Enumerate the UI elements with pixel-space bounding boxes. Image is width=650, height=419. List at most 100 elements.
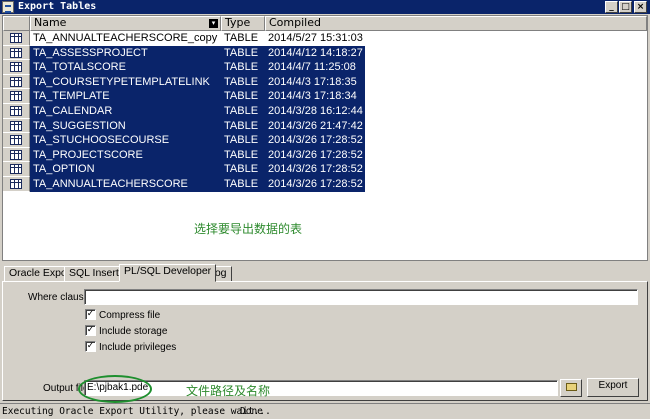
tables-grid[interactable]: Name ▾ Type Compiled TA_ANNUALTEACHERSCO… xyxy=(2,15,648,261)
cell-compiled: 2014/4/7 11:25:08 xyxy=(268,61,356,74)
cell-type: TABLE xyxy=(224,163,259,176)
table-row[interactable]: TA_ANNUALTEACHERSCORE TABLE 2014/3/26 17:2… xyxy=(3,177,365,192)
cell-name: TA_SUGGESTION xyxy=(33,119,126,132)
app-icon xyxy=(2,1,14,13)
grid-header: Name ▾ Type Compiled xyxy=(3,16,647,31)
compress-file-checkbox[interactable]: ✓ xyxy=(85,309,96,320)
table-icon xyxy=(10,47,22,58)
annotation-select-tables: 选择要导出数据的表 xyxy=(194,222,303,236)
row-indicator[interactable] xyxy=(3,162,30,177)
cell-type: TABLE xyxy=(224,134,259,147)
cell-type: TABLE xyxy=(224,75,259,88)
status-done: Done xyxy=(240,406,263,417)
cell-name: TA_ANNUALTEACHERSCORE_copy xyxy=(33,32,218,44)
cell-name: TA_TEMPLATE xyxy=(33,90,110,103)
include-privileges-checkbox[interactable]: ✓ xyxy=(85,341,96,352)
table-icon xyxy=(10,33,22,43)
cell-type: TABLE xyxy=(224,61,259,74)
table-icon xyxy=(10,106,22,116)
filter-icon[interactable]: ▾ xyxy=(209,19,218,28)
table-icon xyxy=(10,149,22,160)
row-indicator[interactable] xyxy=(3,45,30,61)
cell-type: TABLE xyxy=(224,90,259,103)
cell-compiled: 2014/4/12 14:18:27 xyxy=(268,46,363,59)
title-bar: Export Tables _ □ × xyxy=(0,0,650,14)
cell-type: TABLE xyxy=(224,105,259,117)
table-row[interactable]: TA_STUCHOOSECOURSE TABLE 2014/3/26 17:28:5… xyxy=(3,133,365,148)
table-icon xyxy=(10,164,22,175)
row-indicator[interactable] xyxy=(3,147,30,163)
row-indicator[interactable] xyxy=(3,60,30,75)
table-icon xyxy=(10,76,22,87)
cell-name: TA_COURSETYPETEMPLATELINK xyxy=(33,75,210,88)
row-indicator[interactable] xyxy=(3,89,30,104)
include-storage-label: Include storage xyxy=(99,326,168,337)
row-indicator[interactable] xyxy=(3,118,30,134)
highlight-ellipse xyxy=(78,375,152,403)
table-row[interactable]: TA_TOTALSCORE TABLE 2014/4/7 11:25:08 xyxy=(3,60,365,75)
table-row[interactable]: TA_ASSESSPROJECT TABLE 2014/4/12 14:18:27 xyxy=(3,45,365,61)
cell-name: TA_OPTION xyxy=(33,163,95,176)
table-row[interactable]: TA_OPTION TABLE 2014/3/26 17:28:52 xyxy=(3,162,365,177)
table-row[interactable]: TA_CALENDAR TABLE 2014/3/28 16:12:44 xyxy=(3,104,365,119)
table-row[interactable]: TA_ANNUALTEACHERSCORE_copy TABLE 2014/5/27… xyxy=(3,31,365,46)
table-icon xyxy=(10,135,22,146)
window-title: Export Tables xyxy=(18,1,97,12)
where-clause-label: Where clause xyxy=(28,292,90,303)
table-icon xyxy=(10,179,22,189)
include-privileges-label: Include privileges xyxy=(99,342,177,353)
row-indicator[interactable] xyxy=(3,133,30,148)
cell-compiled: 2014/4/3 17:18:35 xyxy=(268,75,357,88)
table-icon xyxy=(10,91,22,102)
cell-type: TABLE xyxy=(224,178,259,190)
cell-type: TABLE xyxy=(224,119,259,132)
cell-type: TABLE xyxy=(224,32,259,44)
row-indicator[interactable] xyxy=(3,177,30,192)
export-button[interactable]: Export xyxy=(587,378,639,397)
compress-file-label: Compress file xyxy=(99,310,161,321)
row-indicator[interactable] xyxy=(3,104,30,119)
cell-name: TA_PROJECTSCORE xyxy=(33,148,143,161)
cell-compiled: 2014/3/26 17:28:52 xyxy=(268,134,363,147)
cell-type: TABLE xyxy=(224,46,259,59)
browse-folder-button[interactable] xyxy=(560,379,582,397)
include-storage-checkbox[interactable]: ✓ xyxy=(85,325,96,336)
where-clause-input[interactable] xyxy=(84,289,638,305)
table-icon xyxy=(10,62,22,73)
table-row[interactable]: TA_TEMPLATE TABLE 2014/4/3 17:18:34 xyxy=(3,89,365,104)
minimize-button[interactable]: _ xyxy=(605,1,618,13)
cell-compiled: 2014/3/26 21:47:42 xyxy=(268,119,363,132)
column-header-type[interactable]: Type xyxy=(221,16,265,31)
table-row[interactable]: TA_COURSETYPETEMPLATELINK TABLE 2014/4/3 1… xyxy=(3,74,365,90)
column-header-compiled[interactable]: Compiled xyxy=(265,16,647,31)
cell-name: TA_ANNUALTEACHERSCORE xyxy=(33,178,188,190)
header-corner xyxy=(3,16,30,31)
cell-name: TA_TOTALSCORE xyxy=(33,61,126,74)
status-message: Executing Oracle Export Utility, please … xyxy=(2,406,271,417)
row-indicator[interactable] xyxy=(3,74,30,90)
tab-bar: Oracle Export SQL Inserts PL/SQL Develop… xyxy=(2,264,648,282)
table-row[interactable]: TA_PROJECTSCORE TABLE 2014/3/26 17:28:52 xyxy=(3,147,365,163)
column-header-name[interactable]: Name ▾ xyxy=(30,16,221,31)
cell-compiled: 2014/4/3 17:18:34 xyxy=(268,90,357,103)
cell-compiled: 2014/5/27 15:31:03 xyxy=(268,32,363,44)
table-icon xyxy=(10,120,22,131)
folder-icon xyxy=(566,383,577,391)
cell-name: TA_CALENDAR xyxy=(33,105,113,117)
cell-name: TA_STUCHOOSECOURSE xyxy=(33,134,170,147)
cell-compiled: 2014/3/28 16:12:44 xyxy=(268,105,363,117)
cell-compiled: 2014/3/26 17:28:52 xyxy=(268,163,363,176)
cell-type: TABLE xyxy=(224,148,259,161)
maximize-button[interactable]: □ xyxy=(619,1,632,13)
annotation-file-path: 文件路径及名称 xyxy=(186,384,271,398)
cell-compiled: 2014/3/26 17:28:52 xyxy=(268,178,363,190)
tab-plsql-developer[interactable]: PL/SQL Developer xyxy=(119,264,217,282)
row-indicator[interactable] xyxy=(3,31,30,46)
output-file-input[interactable]: E:\pjbak1.pde xyxy=(84,380,558,396)
column-header-label: Name xyxy=(34,16,67,29)
table-row[interactable]: TA_SUGGESTION TABLE 2014/3/26 21:47:42 xyxy=(3,118,365,134)
status-bar: Executing Oracle Export Utility, please … xyxy=(0,403,650,419)
cell-compiled: 2014/3/26 17:28:52 xyxy=(268,148,363,161)
close-button[interactable]: × xyxy=(634,1,647,13)
cell-name: TA_ASSESSPROJECT xyxy=(33,46,148,59)
